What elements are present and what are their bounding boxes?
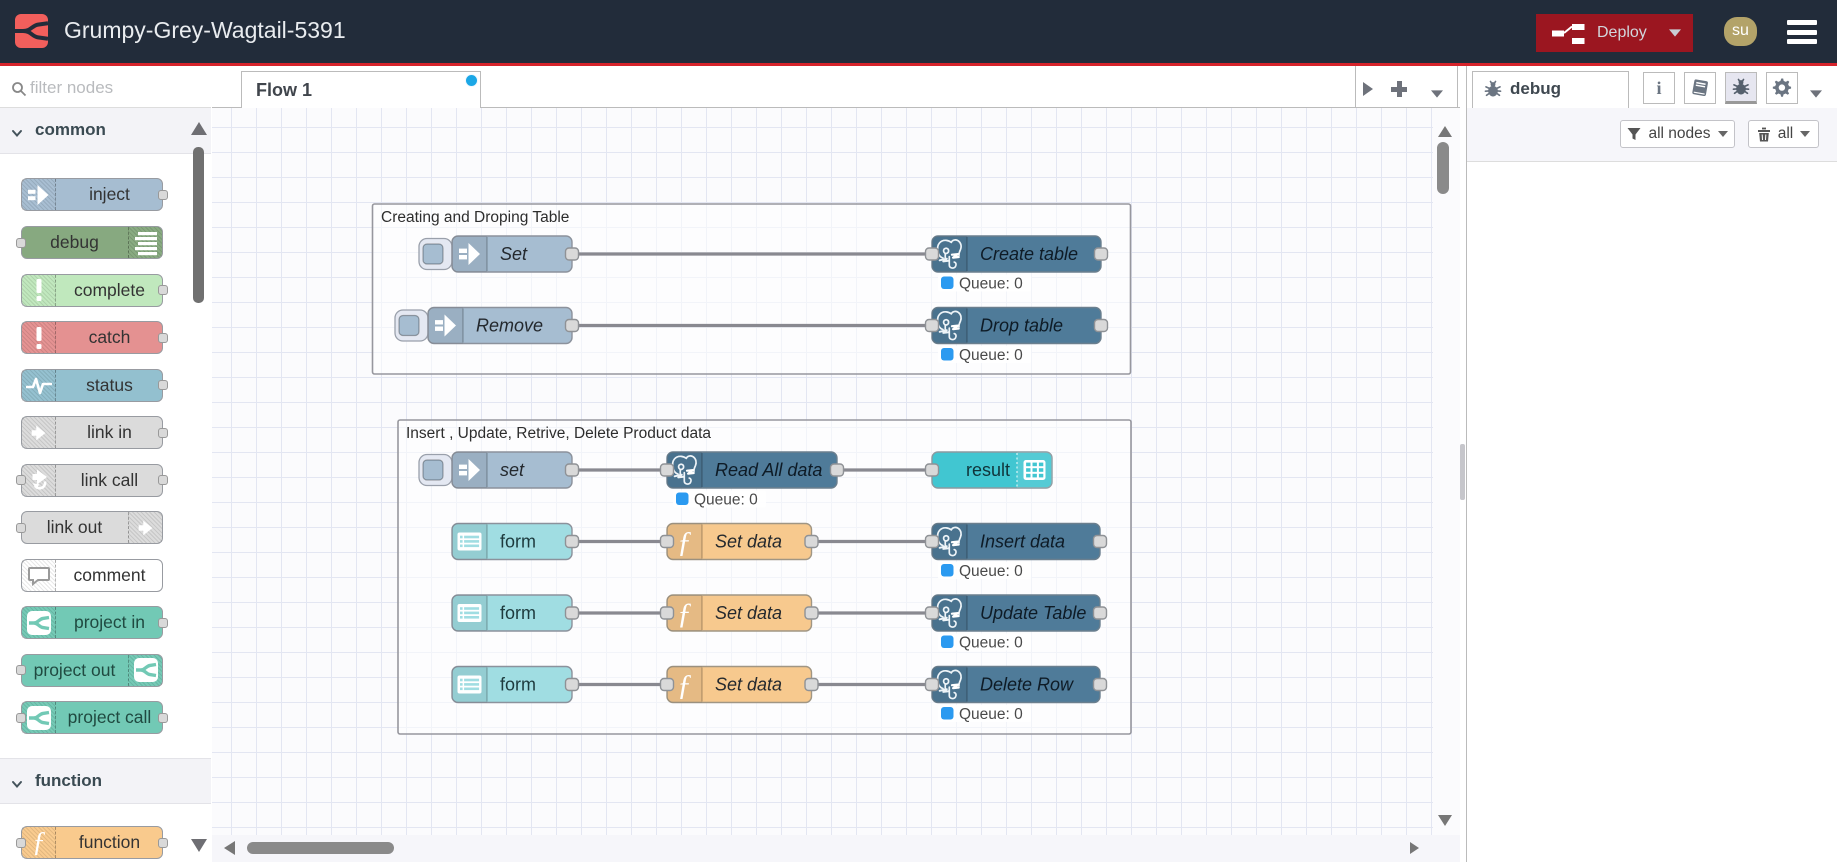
svg-text:Queue: 0: Queue: 0: [694, 492, 758, 509]
svg-text:Queue: 0: Queue: 0: [959, 563, 1023, 580]
svg-text:Queue: 0: Queue: 0: [959, 347, 1023, 364]
svg-text:Set data: Set data: [715, 603, 782, 623]
svg-text:Create table: Create table: [980, 244, 1078, 264]
svg-text:form: form: [500, 603, 536, 623]
svg-text:Set data: Set data: [715, 532, 782, 552]
svg-text:Set data: Set data: [715, 675, 782, 695]
svg-text:Remove: Remove: [476, 316, 543, 336]
svg-text:ƒ: ƒ: [677, 669, 692, 702]
svg-text:Delete Row: Delete Row: [980, 675, 1074, 695]
svg-text:Insert data: Insert data: [980, 532, 1065, 552]
svg-text:form: form: [500, 675, 536, 695]
svg-text:Drop table: Drop table: [980, 316, 1063, 336]
svg-text:Queue: 0: Queue: 0: [959, 635, 1023, 652]
svg-text:set: set: [500, 460, 525, 480]
svg-text:Read All data: Read All data: [715, 460, 822, 480]
svg-text:Set: Set: [500, 244, 528, 264]
svg-text:Queue: 0: Queue: 0: [959, 276, 1023, 293]
svg-text:Creating and Droping Table: Creating and Droping Table: [381, 209, 569, 226]
svg-text:result: result: [966, 460, 1010, 480]
svg-text:i: i: [1656, 78, 1661, 98]
svg-text:ƒ: ƒ: [677, 597, 692, 630]
svg-text:Queue: 0: Queue: 0: [959, 706, 1023, 723]
svg-text:Update Table: Update Table: [980, 603, 1086, 623]
svg-text:ƒ: ƒ: [677, 526, 692, 559]
svg-text:Insert , Update, Retrive, Dele: Insert , Update, Retrive, Delete Product…: [406, 425, 711, 442]
svg-text:form: form: [500, 532, 536, 552]
